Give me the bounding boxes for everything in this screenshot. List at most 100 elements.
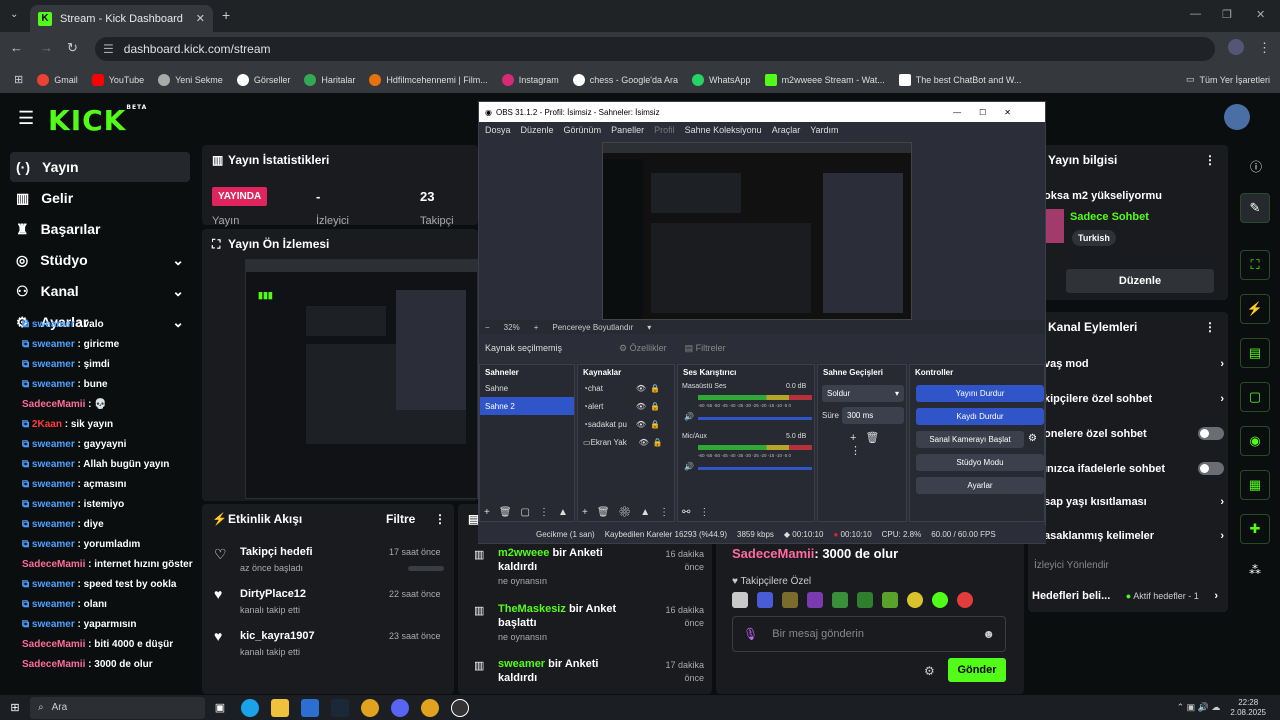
volume-slider[interactable]	[698, 417, 812, 420]
bookmark-item[interactable]: chess - Google'da Ara	[572, 73, 678, 86]
lock-icon[interactable]: 🔒	[650, 420, 660, 429]
chat-username[interactable]: SadeceMamii	[22, 559, 85, 570]
emote-icon[interactable]	[907, 592, 923, 608]
chrome-icon[interactable]	[361, 698, 379, 717]
chat-username[interactable]: sweamer	[32, 479, 75, 490]
lightning-icon[interactable]: ⚡	[1240, 294, 1270, 324]
bookmark-item[interactable]: Instagram	[501, 73, 559, 86]
transition-select[interactable]: Soldur ▾	[822, 385, 904, 402]
chat-username[interactable]: sweamer	[32, 359, 75, 370]
vscode-icon[interactable]	[301, 698, 319, 717]
goals-row[interactable]: Hedefleri beli... ● Aktif hedefler - 1 ›	[1032, 590, 1218, 602]
radio-icon[interactable]: ◉	[1240, 426, 1270, 456]
filter-button[interactable]: Filtre	[386, 512, 415, 526]
stop-stream-button[interactable]: Yayını Durdur	[916, 385, 1044, 402]
restore-window-icon[interactable]: ❐	[1222, 8, 1232, 21]
menu-dots-icon[interactable]: ⋮	[1258, 40, 1271, 56]
skype-icon[interactable]	[241, 698, 259, 717]
windows-start-icon[interactable]: ⊞	[6, 699, 24, 717]
edit-pencil-icon[interactable]: ✎	[1240, 193, 1270, 223]
more-icon[interactable]: ⋮	[1204, 153, 1216, 167]
emote-icon[interactable]	[882, 592, 898, 608]
close-window-icon[interactable]: ✕	[1256, 8, 1265, 21]
sidebar-item-studyo[interactable]: ◎ Stüdyo ⌄	[10, 245, 190, 275]
sidebar-item-kanal[interactable]: ⚇ Kanal ⌄	[10, 276, 190, 306]
fit-window-button[interactable]: Pencereye Boyutlandır	[552, 323, 633, 332]
chat-username[interactable]: sweamer	[32, 339, 75, 350]
speaker-icon[interactable]: 🔊	[684, 412, 694, 421]
forward-icon[interactable]: →	[40, 40, 53, 55]
bookmark-item[interactable]: Yeni Sekme	[158, 73, 223, 86]
chat-username[interactable]: SadeceMamii	[22, 399, 85, 410]
eye-icon[interactable]: 👁	[636, 384, 646, 393]
speaker-icon[interactable]: 🔊	[684, 462, 694, 471]
bookmark-item[interactable]: m2wweee Stream - Wat...	[764, 73, 885, 86]
settings-button[interactable]: Ayarlar	[916, 477, 1044, 494]
eye-icon[interactable]: 👁	[636, 420, 646, 429]
more-icon[interactable]: ⋮	[1204, 320, 1216, 334]
properties-button[interactable]: ⚙ Özellikler	[619, 343, 667, 354]
volume-slider[interactable]	[698, 467, 812, 470]
chat-username[interactable]: sweamer	[32, 379, 75, 390]
chat-username[interactable]: SadeceMamii	[22, 659, 85, 670]
chrome-icon[interactable]	[421, 698, 439, 717]
chat-username[interactable]: sweamer	[32, 499, 75, 510]
mic-icon[interactable]: 🎙	[743, 627, 758, 641]
chat-input[interactable]: 🎙 Bir mesaj gönderin ☻	[732, 616, 1006, 652]
hamburger-menu-icon[interactable]: ☰	[18, 108, 34, 129]
chevron-down-icon[interactable]: ▾	[647, 323, 651, 332]
obs-menu-item[interactable]: Görünüm	[564, 125, 602, 135]
chat-username[interactable]: sweamer	[32, 619, 75, 630]
emote-icon[interactable]	[807, 592, 823, 608]
toggle-switch[interactable]	[1198, 427, 1224, 440]
send-button[interactable]: Gönder	[948, 658, 1006, 682]
studio-mode-button[interactable]: Stüdyo Modu	[916, 454, 1044, 471]
virtual-camera-button[interactable]: Sanal Kamerayı Başlat	[916, 431, 1024, 448]
new-tab-icon[interactable]: +	[222, 7, 230, 23]
obs-menu-item[interactable]: Dosya	[485, 125, 511, 135]
chat-settings-icon[interactable]: ⚙	[924, 664, 935, 678]
zoom-in-icon[interactable]: +	[534, 323, 539, 332]
emote-icon[interactable]	[932, 592, 948, 608]
mixer-toolbar[interactable]: ⚯⋮	[682, 507, 718, 518]
lock-icon[interactable]: 🔒	[650, 384, 660, 393]
action-followers-chat[interactable]: kipçilere özel sohbet ›	[1044, 393, 1224, 405]
preview-video[interactable]: ▮▮▮	[245, 259, 478, 499]
wrench-icon[interactable]: ✚	[1240, 514, 1270, 544]
filters-button[interactable]: ▤ Filtreler	[685, 343, 726, 354]
info-icon[interactable]: ⓘ	[1250, 158, 1262, 175]
tab-list-icon[interactable]: ⌄	[10, 9, 18, 20]
source-item[interactable]: ◔ sadakat pu 👁 🔒	[578, 415, 674, 433]
explorer-icon[interactable]	[271, 698, 289, 717]
obs-menu-item[interactable]: Düzenle	[521, 125, 554, 135]
kick-logo[interactable]: KICKBETA	[48, 104, 147, 137]
back-icon[interactable]: ←	[10, 40, 23, 55]
clock[interactable]: 22:28 2.08.2025	[1230, 698, 1266, 718]
task-view-icon[interactable]: ▣	[211, 699, 229, 717]
bookmark-item[interactable]: WhatsApp	[692, 73, 751, 86]
obs-menu-item[interactable]: Profil	[654, 125, 675, 135]
address-bar[interactable]: ☰ dashboard.kick.com/stream	[95, 37, 1215, 61]
chat-username[interactable]: 2Kaan	[32, 419, 62, 430]
scene-item[interactable]: Sahne	[480, 379, 574, 397]
obs-taskbar-icon[interactable]	[451, 698, 469, 717]
chat-bubble-icon[interactable]: ▢	[1240, 382, 1270, 412]
source-toolbar[interactable]: +🗑⚙▲⋮	[582, 507, 678, 518]
duration-input[interactable]: 300 ms	[842, 407, 904, 424]
apps-grid-icon[interactable]: ⊞	[14, 73, 23, 86]
bookmark-item[interactable]: The best ChatBot and W...	[898, 73, 1021, 86]
bookmark-item[interactable]: Gmail	[37, 73, 78, 86]
scene-toolbar[interactable]: +🗑▢⋮▲	[484, 507, 577, 518]
source-item[interactable]: ◔ alert 👁 🔒	[578, 397, 674, 415]
bookmark-item[interactable]: Hdfilmcehennemi | Film...	[369, 73, 488, 86]
chat-username[interactable]: sweamer	[32, 539, 75, 550]
site-info-icon[interactable]: ☰	[103, 42, 114, 56]
category-link[interactable]: Sadece Sohbet	[1070, 211, 1149, 223]
all-bookmarks[interactable]: ▭ Tüm Yer İşaretleri	[1186, 74, 1270, 85]
emote-icon[interactable]	[832, 592, 848, 608]
emote-icon[interactable]	[782, 592, 798, 608]
action-emote-only[interactable]: ınızca ifadelerle sohbet	[1044, 462, 1224, 475]
apps-icon[interactable]: ⁂	[1249, 563, 1261, 577]
taskbar-search[interactable]: ⌕ Ara	[30, 696, 205, 719]
emote-icon[interactable]	[857, 592, 873, 608]
